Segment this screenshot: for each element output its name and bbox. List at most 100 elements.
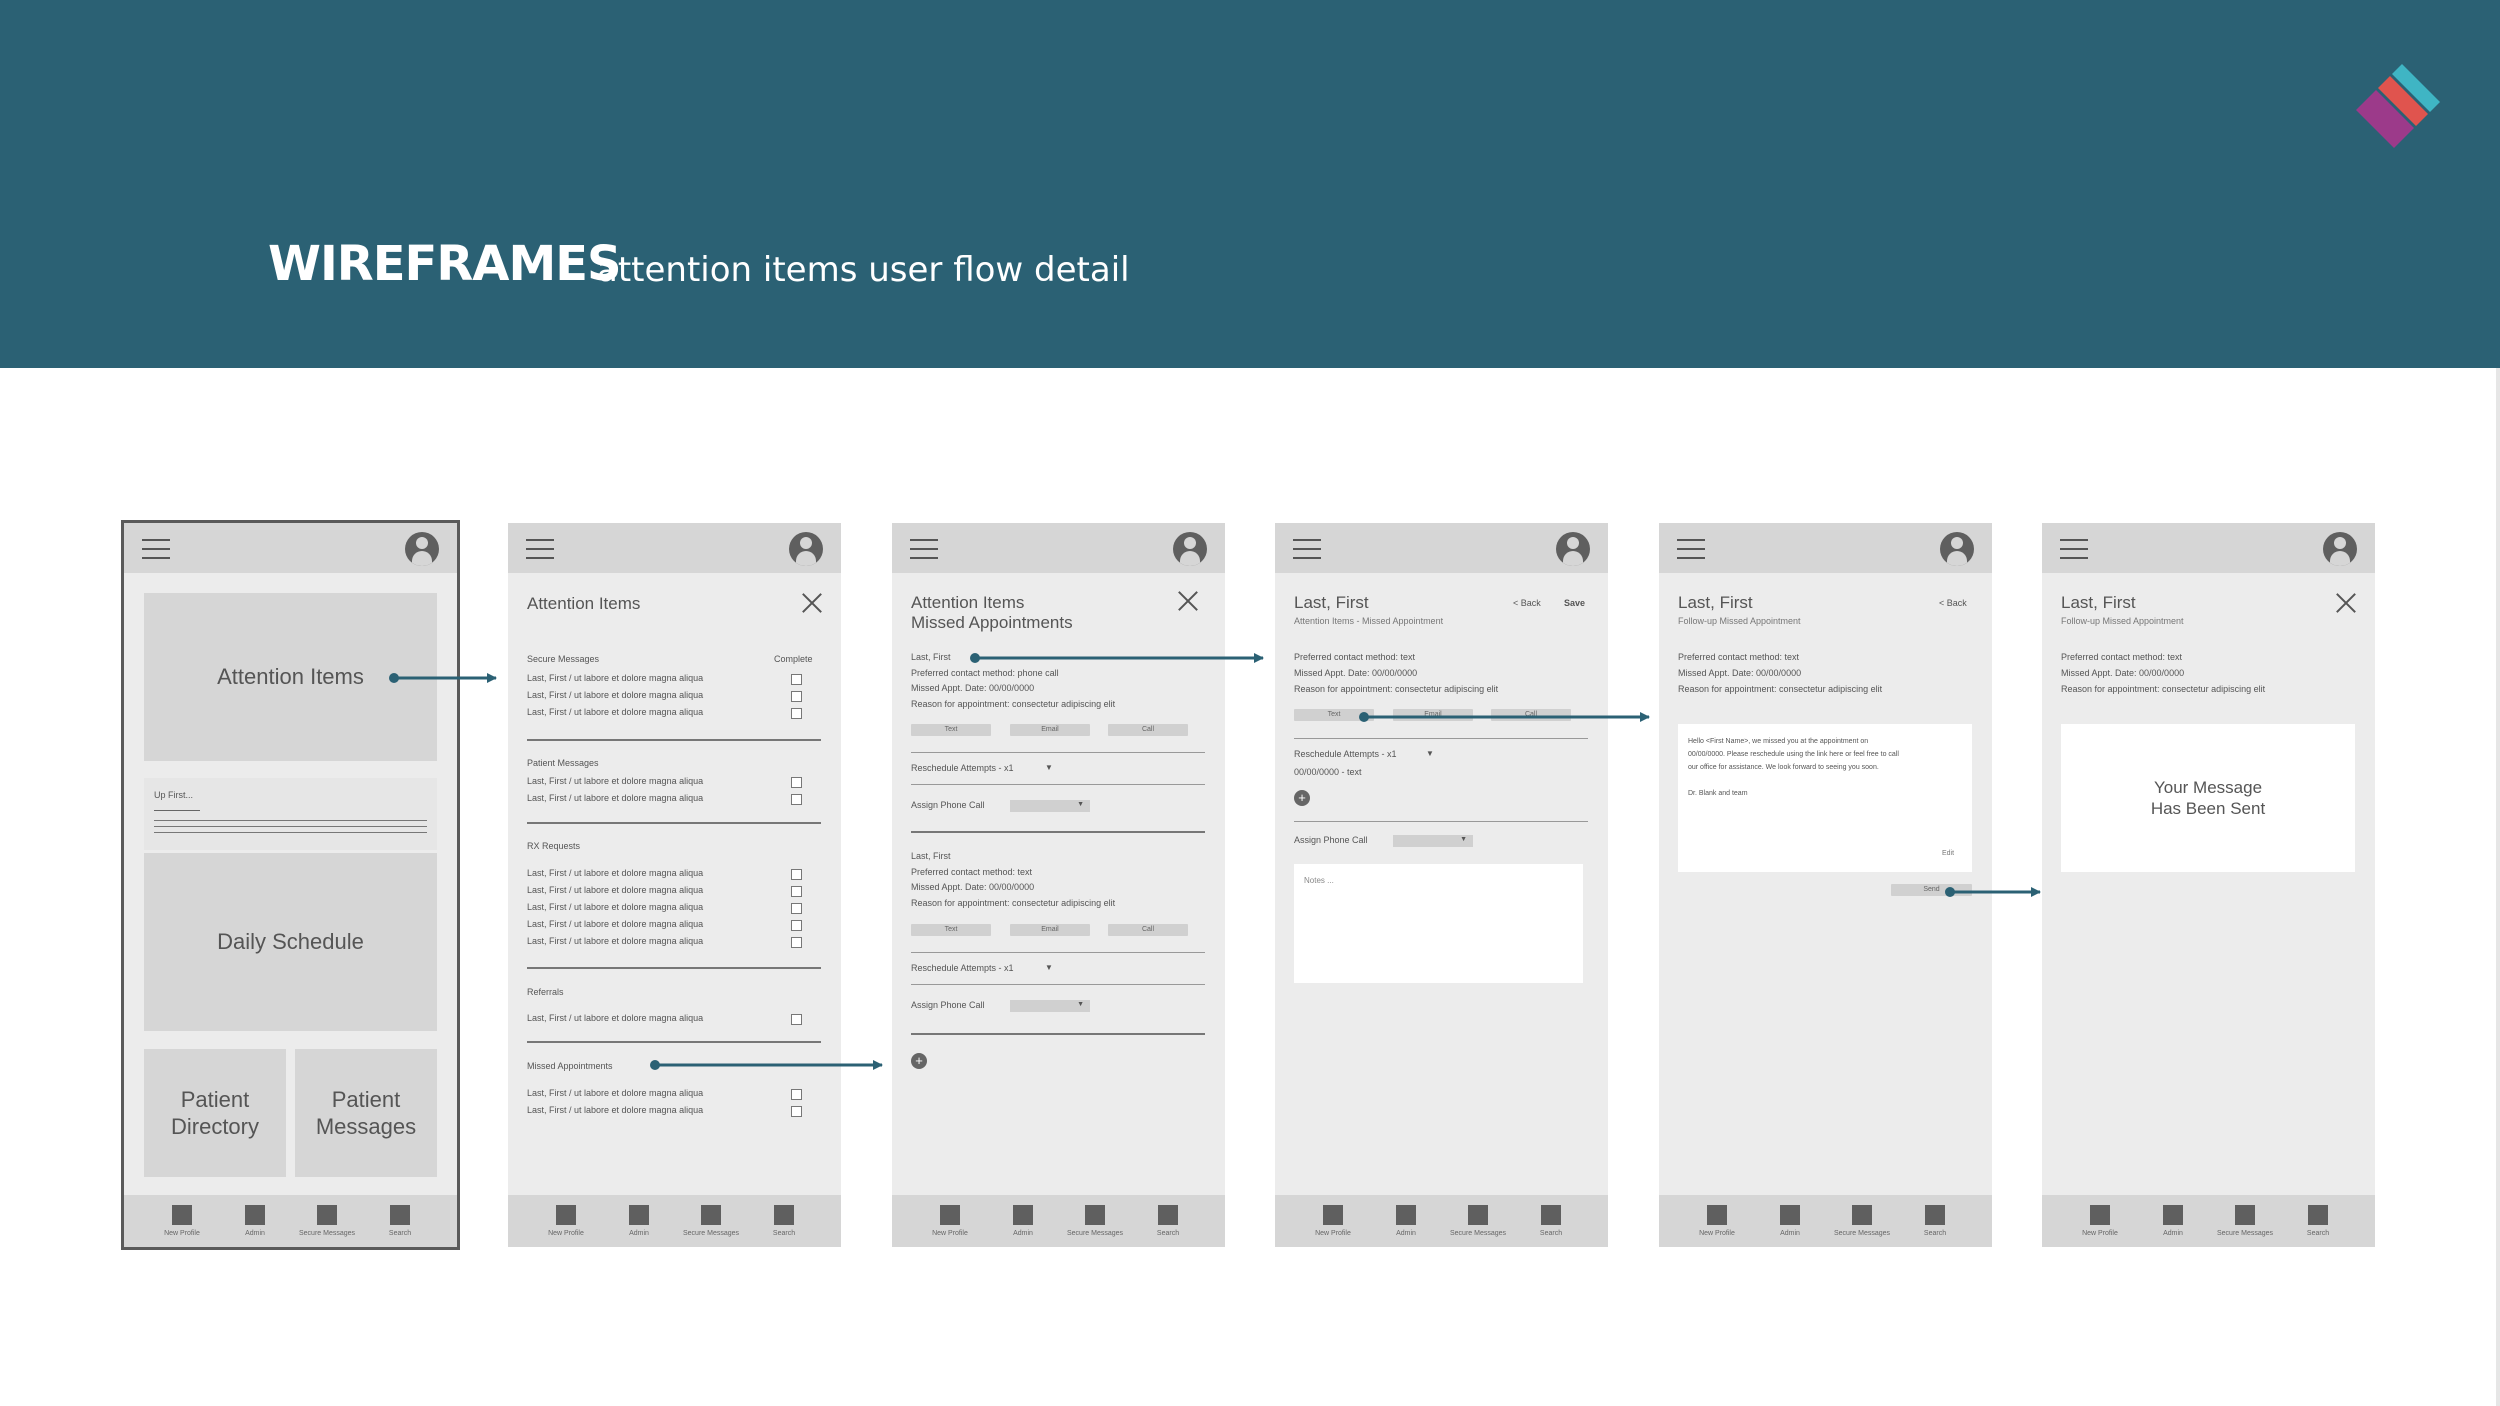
nav-search[interactable]: Search [1900, 1205, 1970, 1237]
list-item[interactable]: Last, First / ut labore et dolore magna … [527, 1088, 703, 1098]
nav-new-profile[interactable]: New Profile [147, 1205, 217, 1237]
complete-checkbox[interactable] [791, 1089, 802, 1100]
text-button[interactable]: Text [911, 724, 991, 736]
section-missed-appointments[interactable]: Missed Appointments [527, 1061, 613, 1071]
text-button[interactable]: Text [1294, 709, 1374, 721]
save-button[interactable]: Save [1564, 598, 1585, 608]
patient-messages-tile[interactable]: Patient Messages [295, 1049, 437, 1177]
call-button[interactable]: Call [1108, 924, 1188, 936]
menu-icon[interactable] [2060, 539, 2088, 559]
call-button[interactable]: Call [1108, 724, 1188, 736]
list-item[interactable]: Last, First / ut labore et dolore magna … [527, 902, 703, 912]
patient-directory-tile[interactable]: Patient Directory [144, 1049, 286, 1177]
complete-checkbox[interactable] [791, 886, 802, 897]
close-icon[interactable] [2335, 592, 2357, 614]
profile-avatar-icon[interactable] [2323, 532, 2357, 566]
nav-new-profile[interactable]: New Profile [531, 1205, 601, 1237]
profile-avatar-icon[interactable] [1940, 532, 1974, 566]
complete-checkbox[interactable] [791, 920, 802, 931]
close-icon[interactable] [801, 592, 823, 614]
profile-avatar-icon[interactable] [1173, 532, 1207, 566]
profile-avatar-icon[interactable] [1556, 532, 1590, 566]
reschedule-attempts[interactable]: Reschedule Attempts - x1 [1294, 749, 1397, 759]
nav-search[interactable]: Search [2283, 1205, 2353, 1237]
email-button[interactable]: Email [1010, 924, 1090, 936]
assign-phone-call-dropdown[interactable] [1010, 800, 1090, 812]
nav-new-profile[interactable]: New Profile [1298, 1205, 1368, 1237]
menu-icon[interactable] [910, 539, 938, 559]
attention-items-tile[interactable]: Attention Items [144, 593, 437, 761]
menu-icon[interactable] [1677, 539, 1705, 559]
list-item[interactable]: Last, First / ut labore et dolore magna … [527, 936, 703, 946]
reschedule-attempts[interactable]: Reschedule Attempts - x1 [911, 763, 1014, 773]
list-item[interactable]: Last, First / ut labore et dolore magna … [527, 885, 703, 895]
nav-search[interactable]: Search [1133, 1205, 1203, 1237]
add-icon[interactable]: + [911, 1053, 927, 1069]
list-item[interactable]: Last, First / ut labore et dolore magna … [527, 707, 703, 717]
nav-admin[interactable]: Admin [1755, 1205, 1825, 1237]
notes-textarea[interactable]: Notes ... [1294, 864, 1583, 983]
nav-admin[interactable]: Admin [604, 1205, 674, 1237]
profile-avatar-icon[interactable] [405, 532, 439, 566]
text-button[interactable]: Text [911, 924, 991, 936]
complete-checkbox[interactable] [791, 903, 802, 914]
profile-avatar-icon[interactable] [789, 532, 823, 566]
patient-name[interactable]: Last, First [911, 652, 951, 662]
chevron-down-icon[interactable]: ▼ [1045, 763, 1053, 772]
email-button[interactable]: Email [1393, 709, 1473, 721]
nav-secure-messages[interactable]: Secure Messages [2210, 1205, 2280, 1237]
list-item[interactable]: Last, First / ut labore et dolore magna … [527, 793, 703, 803]
call-button[interactable]: Call [1491, 709, 1571, 721]
patient-name[interactable]: Last, First [911, 851, 951, 861]
reschedule-attempts[interactable]: Reschedule Attempts - x1 [911, 963, 1014, 973]
nav-secure-messages[interactable]: Secure Messages [292, 1205, 362, 1237]
complete-checkbox[interactable] [791, 691, 802, 702]
menu-icon[interactable] [526, 539, 554, 559]
nav-secure-messages[interactable]: Secure Messages [1060, 1205, 1130, 1237]
complete-checkbox[interactable] [791, 869, 802, 880]
edit-link[interactable]: Edit [1942, 850, 1954, 857]
menu-icon[interactable] [142, 539, 170, 559]
nav-search[interactable]: Search [365, 1205, 435, 1237]
complete-checkbox[interactable] [791, 708, 802, 719]
list-item[interactable]: Last, First / ut labore et dolore magna … [527, 919, 703, 929]
nav-search[interactable]: Search [1516, 1205, 1586, 1237]
complete-checkbox[interactable] [791, 794, 802, 805]
list-item[interactable]: Last, First / ut labore et dolore magna … [527, 868, 703, 878]
contact-method: Preferred contact method: text [1294, 652, 1416, 662]
back-link[interactable]: < Back [1939, 598, 1967, 608]
menu-icon[interactable] [1293, 539, 1321, 559]
chevron-down-icon[interactable]: ▼ [1426, 749, 1434, 758]
nav-new-profile[interactable]: New Profile [1682, 1205, 1752, 1237]
list-item[interactable]: Last, First / ut labore et dolore magna … [527, 673, 703, 683]
assign-phone-call-dropdown[interactable] [1393, 835, 1473, 847]
complete-checkbox[interactable] [791, 1106, 802, 1117]
nav-new-profile[interactable]: New Profile [2065, 1205, 2135, 1237]
nav-secure-messages[interactable]: Secure Messages [676, 1205, 746, 1237]
message-textarea[interactable]: Hello <First Name>, we missed you at the… [1678, 724, 1972, 872]
nav-new-profile[interactable]: New Profile [915, 1205, 985, 1237]
email-button[interactable]: Email [1010, 724, 1090, 736]
assign-phone-call-dropdown[interactable] [1010, 1000, 1090, 1012]
nav-secure-messages[interactable]: Secure Messages [1443, 1205, 1513, 1237]
close-icon[interactable] [1177, 590, 1199, 612]
list-item[interactable]: Last, First / ut labore et dolore magna … [527, 776, 703, 786]
complete-checkbox[interactable] [791, 674, 802, 685]
complete-checkbox[interactable] [791, 1014, 802, 1025]
nav-admin[interactable]: Admin [1371, 1205, 1441, 1237]
nav-admin[interactable]: Admin [2138, 1205, 2208, 1237]
daily-schedule-tile[interactable]: Daily Schedule [144, 853, 437, 1031]
nav-admin[interactable]: Admin [220, 1205, 290, 1237]
nav-search[interactable]: Search [749, 1205, 819, 1237]
list-item[interactable]: Last, First / ut labore et dolore magna … [527, 1013, 703, 1023]
list-item[interactable]: Last, First / ut labore et dolore magna … [527, 690, 703, 700]
nav-secure-messages[interactable]: Secure Messages [1827, 1205, 1897, 1237]
list-item[interactable]: Last, First / ut labore et dolore magna … [527, 1105, 703, 1115]
complete-checkbox[interactable] [791, 937, 802, 948]
add-icon[interactable]: + [1294, 790, 1310, 806]
chevron-down-icon[interactable]: ▼ [1045, 963, 1053, 972]
complete-checkbox[interactable] [791, 777, 802, 788]
back-link[interactable]: < Back [1513, 598, 1541, 608]
nav-admin[interactable]: Admin [988, 1205, 1058, 1237]
send-button[interactable]: Send [1891, 884, 1972, 896]
